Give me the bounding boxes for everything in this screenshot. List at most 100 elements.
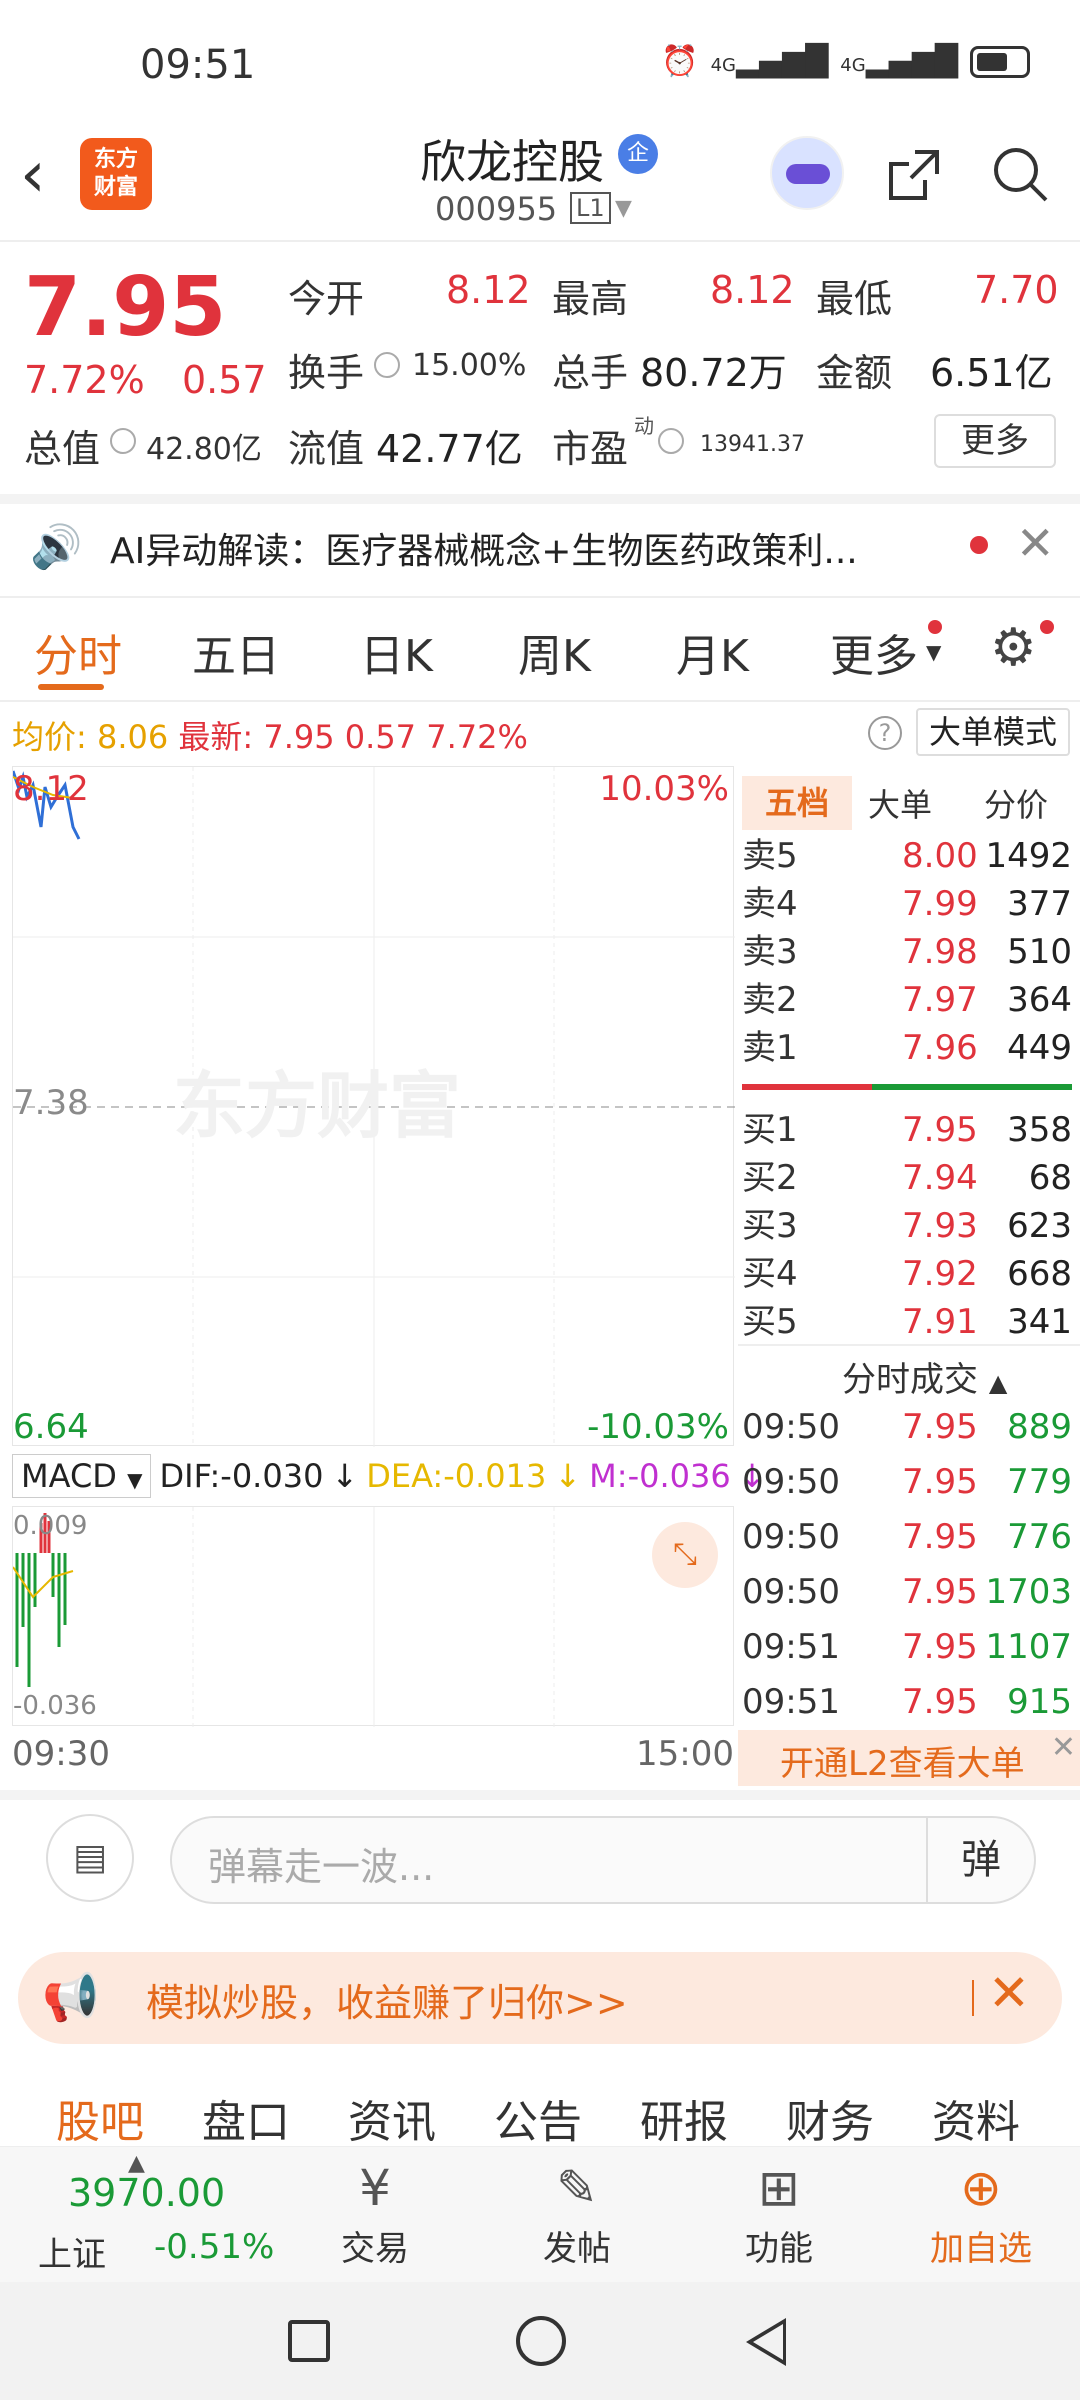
ai-banner[interactable]: 🔊 AI异动解读：医疗器械概念+生物医药政策利... ✕ [0,496,1080,596]
mktcap-value: 42.80亿 [146,432,262,467]
more-button[interactable]: 更多 [934,414,1056,468]
subtab-finance[interactable]: 财务 [786,2086,874,2150]
chevron-down-icon[interactable]: ▼ [926,640,941,664]
index-change[interactable]: -0.51% [154,2227,274,2267]
search-icon[interactable] [990,144,1050,204]
float-value: 42.77亿 [376,427,523,471]
danmaku-toggle-button[interactable]: 弹 [926,1818,1034,1902]
promo-banner[interactable]: 📢 模拟炒股，收益赚了归你>> ✕ [18,1952,1062,2044]
close-icon[interactable]: ✕ [988,1964,1030,2022]
notification-dot [970,536,988,554]
low-value: 7.70 [974,268,1059,312]
signal-icon-2: 4G▂▄▆█ [840,44,958,79]
grid-icon: ⊞ [758,2159,800,2217]
bottom-nav: ▲ 3970.00 上证 -0.51% ¥ 交易 ✎ 发帖 ⊞ 功能 ⊕ 加自选 [0,2146,1080,2282]
alarm-icon: ⏰ [661,44,699,79]
speaker-icon: 🔊 [30,522,83,571]
close-icon[interactable]: ✕ [1051,1730,1076,1765]
help-icon[interactable]: ? [868,716,902,750]
subtab-research[interactable]: 研报 [640,2086,728,2150]
low-label: 最低 [816,277,893,321]
divider [0,1790,1080,1800]
subtab-announcements[interactable]: 公告 [494,2086,582,2150]
back-button[interactable]: ‹ [20,140,70,210]
promo-text[interactable]: 模拟炒股，收益赚了归你>> [146,1972,628,2027]
tab-intraday[interactable]: 分时 [34,620,122,684]
tab-five-level[interactable]: 五档 [742,776,852,830]
divider [0,596,1080,598]
close-icon[interactable]: ✕ [1016,516,1055,570]
tab-weekly-k[interactable]: 周K [518,620,591,684]
pe-superscript: 动 [634,414,654,438]
l2-upgrade-text[interactable]: 开通L2查看大单 [780,1736,1025,1785]
watermark: 东方财富 [173,1064,462,1148]
subtab-guba[interactable]: 股吧 [56,2086,144,2150]
assistant-robot-icon[interactable] [770,136,844,210]
macd-bars [13,1507,555,1727]
nav-functions[interactable]: ⊞ 功能 [714,2155,844,2270]
stock-code[interactable]: 000955 [435,190,557,228]
divider [738,1344,1080,1346]
ask-row: 卖3 7.98 510 [742,932,1072,972]
app-logo: 东方 财富 [80,138,152,210]
open-value: 8.12 [446,268,531,312]
index-value[interactable]: 3970.00 [68,2171,225,2215]
trade-row: 09:50 7.95 779 [742,1462,1072,1502]
macd-m: M:-0.036 [589,1457,731,1495]
home-icon[interactable] [516,2316,566,2366]
expand-icon[interactable]: ⤡ [652,1522,718,1588]
level-badge: L1 [570,192,611,224]
tab-monthly-k[interactable]: 月K [676,620,749,684]
tab-daily-k[interactable]: 日K [360,620,433,684]
avg-line: 均价: 8.06 最新: 7.95 0.57 7.72% [12,718,528,756]
bid-row: 买4 7.92 668 [742,1254,1072,1294]
notification-dot [1040,620,1054,634]
status-bar: 09:51 ⏰ 4G▂▄▆█ 4G▂▄▆█ [0,0,1080,130]
danmaku-input[interactable]: 弹幕走一波... 弹 [170,1816,1036,1904]
subtab-profile[interactable]: 资料 [932,2086,1020,2150]
intraday-chart[interactable]: 东方财富 8.12 10.03% 7.38 6.64 -10.03% [12,766,735,1447]
trade-row: 09:51 7.95 1107 [742,1627,1072,1667]
info-icon[interactable] [374,352,400,378]
ai-banner-text[interactable]: AI异动解读：医疗器械概念+生物医药政策利... [110,522,858,574]
status-icons: ⏰ 4G▂▄▆█ 4G▂▄▆█ [661,44,1030,79]
macd-bottom-value: -0.036 [13,1691,97,1721]
big-order-mode-button[interactable]: 大单模式 [916,708,1070,756]
nav-trade[interactable]: ¥ 交易 [310,2155,440,2270]
bid-row: 买3 7.93 623 [742,1206,1072,1246]
trades-title[interactable]: 分时成交 ▲ [842,1352,1007,1401]
amount-label: 金额 [816,351,893,395]
amount-value: 6.51亿 [930,351,1053,395]
trade-row: 09:50 7.95 889 [742,1407,1072,1447]
tab-more[interactable]: 更多 [830,620,918,684]
macd-chart[interactable]: 0.009 -0.036 [12,1506,734,1727]
subtab-news[interactable]: 资讯 [348,2086,436,2150]
danmaku-placeholder: 弹幕走一波... [208,1845,435,1889]
info-icon[interactable] [658,428,684,454]
trade-row: 09:51 7.95 915 [742,1682,1072,1722]
share-icon[interactable] [885,146,943,204]
turnover-label: 换手 [288,351,365,395]
back-triangle-icon[interactable] [746,2318,786,2366]
tab-five-day[interactable]: 五日 [192,620,280,684]
buy-sell-ratio-bar [742,1084,1072,1090]
nav-post[interactable]: ✎ 发帖 [512,2155,642,2270]
index-name[interactable]: 上证 [38,2227,106,2276]
recent-apps-icon[interactable] [288,2320,330,2362]
tab-price-dist[interactable]: 分价 [984,780,1048,826]
info-icon[interactable] [110,428,136,454]
comment-settings-icon[interactable]: ▤ [46,1814,134,1902]
l2-upgrade-bar[interactable]: 开通L2查看大单 ✕ [738,1730,1080,1786]
ask-row: 卖2 7.97 364 [742,980,1072,1020]
chevron-down-icon[interactable]: ▼ [615,196,632,221]
nav-add-watchlist[interactable]: ⊕ 加自选 [916,2155,1046,2270]
time-end: 15:00 [636,1734,734,1774]
caret-up-icon: ▲ [988,1369,1008,1397]
gear-icon[interactable]: ⚙ [990,618,1037,678]
macd-row: MACD ▼ DIF:-0.030 ↓ DEA:-0.013 ↓ M:-0.036 ↓ [12,1454,766,1498]
macd-selector[interactable]: MACD ▼ [12,1454,152,1498]
tab-big-order[interactable]: 大单 [868,780,932,826]
chart-bottom-pct: -10.03% [587,1407,729,1447]
float-label: 流值 [288,427,365,471]
subtab-pankou[interactable]: 盘口 [202,2086,290,2150]
